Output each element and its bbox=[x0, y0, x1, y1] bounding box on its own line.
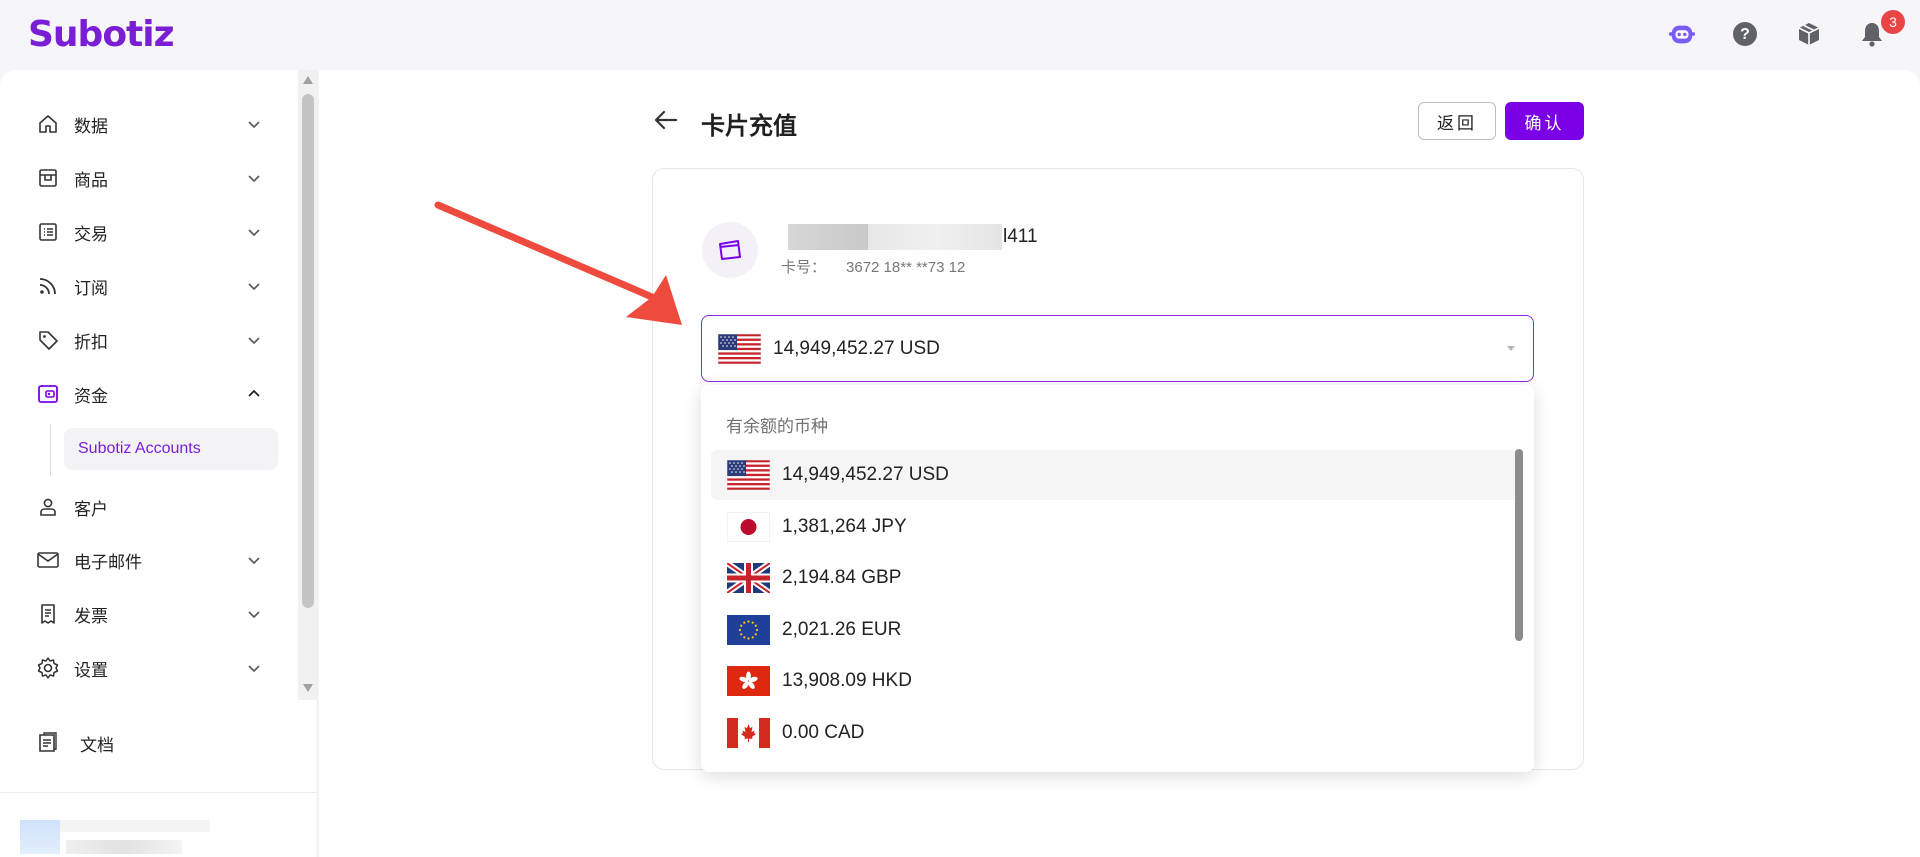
sidebar-item-label: 设置 bbox=[74, 660, 108, 680]
chevron-down-icon bbox=[248, 175, 260, 183]
sidebar-item-label: 数据 bbox=[74, 116, 108, 136]
sidebar-divider bbox=[0, 792, 318, 793]
sidebar-scroll-thumb[interactable] bbox=[302, 94, 314, 608]
dropdown-scrollbar[interactable] bbox=[1515, 449, 1523, 641]
ca-flag-icon bbox=[727, 718, 770, 748]
eu-flag-icon bbox=[727, 615, 770, 645]
sidebar-item-docs[interactable]: 文档 bbox=[36, 723, 266, 763]
sidebar-item-products[interactable]: 商品 bbox=[36, 158, 266, 198]
currency-option-label: 14,949,452.27 USD bbox=[782, 464, 949, 485]
rss-icon bbox=[36, 274, 60, 298]
back-arrow-icon[interactable] bbox=[652, 106, 680, 134]
wallet-icon bbox=[36, 382, 60, 406]
currency-option-hkd[interactable]: 13,908.09 HKD bbox=[711, 656, 1519, 706]
currency-option-label: 13,908.09 HKD bbox=[782, 670, 912, 691]
sidebar-item-label: 文档 bbox=[80, 735, 114, 755]
sidebar-item-transactions[interactable]: 交易 bbox=[36, 212, 266, 252]
sidebar-item-label: 资金 bbox=[74, 386, 108, 406]
sidebar-subitem-subotiz-accounts[interactable]: Subotiz Accounts bbox=[64, 428, 278, 470]
currency-option-eur[interactable]: 2,021.26 EUR bbox=[711, 605, 1519, 655]
sidebar-item-label: 商品 bbox=[74, 170, 108, 190]
sidebar-item-label: 折扣 bbox=[74, 332, 108, 352]
currency-option-label: 0.00 CAD bbox=[782, 722, 865, 743]
assistant-bot-icon[interactable] bbox=[1668, 20, 1696, 48]
us-flag-icon bbox=[727, 460, 770, 490]
package-icon[interactable] bbox=[1795, 20, 1823, 48]
currency-option-gbp[interactable]: 2,194.84 GBP bbox=[711, 553, 1519, 603]
sidebar-item-email[interactable]: 电子邮件 bbox=[36, 540, 266, 580]
currency-option-label: 2,194.84 GBP bbox=[782, 567, 902, 588]
docs-icon bbox=[36, 731, 60, 755]
mail-icon bbox=[36, 548, 60, 572]
sidebar-item-subscriptions[interactable]: 订阅 bbox=[36, 266, 266, 306]
card-name: l411 bbox=[1003, 226, 1038, 247]
chevron-down-icon bbox=[248, 121, 260, 129]
sidebar-item-label: 交易 bbox=[74, 224, 108, 244]
sidebar-item-funds[interactable]: 资金 bbox=[36, 374, 266, 414]
chevron-down-icon bbox=[248, 337, 260, 345]
chevron-up-icon bbox=[248, 389, 260, 397]
chevron-down-icon bbox=[248, 283, 260, 291]
currency-option-label: 1,381,264 JPY bbox=[782, 516, 907, 537]
dropdown-group-label: 有余额的币种 bbox=[726, 417, 828, 436]
sidebar-item-invoices[interactable]: 发票 bbox=[36, 594, 266, 634]
caret-down-icon bbox=[1507, 346, 1515, 351]
home-icon bbox=[36, 112, 60, 136]
user-profile[interactable] bbox=[20, 820, 210, 857]
sidebar-item-label: 电子邮件 bbox=[74, 552, 142, 572]
currency-option-jpy[interactable]: 1,381,264 JPY bbox=[711, 502, 1519, 552]
page-title: 卡片充值 bbox=[701, 113, 797, 140]
sidebar-item-settings[interactable]: 设置 bbox=[36, 648, 266, 688]
svg-text:?: ? bbox=[1740, 26, 1750, 43]
hk-flag-icon bbox=[727, 666, 770, 696]
notification-badge: 3 bbox=[1881, 10, 1905, 34]
card-number-label: 卡号： bbox=[781, 259, 827, 276]
user-icon bbox=[36, 495, 60, 519]
invoice-icon bbox=[36, 602, 60, 626]
currency-select-value: 14,949,452.27 USD bbox=[773, 337, 940, 359]
sidebar-item-discounts[interactable]: 折扣 bbox=[36, 320, 266, 360]
sidebar-scrollbar[interactable] bbox=[298, 70, 318, 700]
back-button[interactable]: 返回 bbox=[1418, 102, 1496, 140]
help-icon[interactable]: ? bbox=[1731, 20, 1759, 48]
tag-icon bbox=[36, 328, 60, 352]
shop-icon bbox=[36, 166, 60, 190]
gb-flag-icon bbox=[727, 563, 770, 593]
confirm-button[interactable]: 确认 bbox=[1505, 102, 1584, 140]
submenu-guide-line bbox=[50, 424, 51, 476]
sidebar-item-label: 发票 bbox=[74, 606, 108, 626]
jp-flag-icon bbox=[727, 512, 770, 542]
currency-option-label: 2,021.26 EUR bbox=[782, 619, 902, 640]
sidebar-item-data[interactable]: 数据 bbox=[36, 104, 266, 144]
currency-option-cad[interactable]: 0.00 CAD bbox=[711, 708, 1519, 758]
list-icon bbox=[36, 220, 60, 244]
currency-option-usd[interactable]: 14,949,452.27 USD bbox=[711, 450, 1519, 500]
card-number: 卡号： 3672 18** **73 12 bbox=[781, 256, 965, 277]
us-flag-icon bbox=[718, 334, 761, 364]
top-bar: Subotiz ? 3 bbox=[0, 0, 1920, 70]
sidebar-item-customers[interactable]: 客户 bbox=[36, 487, 266, 527]
chevron-down-icon bbox=[248, 557, 260, 565]
chevron-down-icon bbox=[248, 665, 260, 673]
gear-icon bbox=[36, 656, 60, 680]
card-number-value: 3672 18** **73 12 bbox=[846, 259, 966, 276]
card-name-redacted bbox=[788, 224, 1002, 250]
annotation-arrow bbox=[434, 201, 682, 325]
sidebar-item-label: 订阅 bbox=[74, 278, 108, 298]
card-icon bbox=[702, 222, 758, 278]
sidebar-item-label: 客户 bbox=[74, 499, 108, 519]
chevron-down-icon bbox=[248, 611, 260, 619]
brand-logo[interactable]: Subotiz bbox=[28, 14, 175, 55]
chevron-down-icon bbox=[248, 229, 260, 237]
currency-select[interactable]: 14,949,452.27 USD bbox=[701, 315, 1534, 382]
